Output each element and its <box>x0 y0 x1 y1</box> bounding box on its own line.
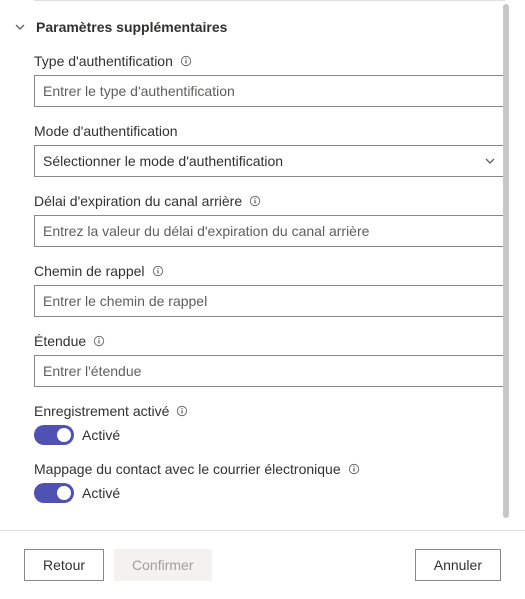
section-title: Paramètres supplémentaires <box>36 19 227 35</box>
backchannel-timeout-input[interactable] <box>34 215 505 247</box>
contact-email-mapping-label: Mappage du contact avec le courrier élec… <box>34 461 341 477</box>
auth-mode-select[interactable]: Sélectionner le mode d'authentification <box>34 145 505 177</box>
registration-enabled-toggle[interactable] <box>34 425 74 445</box>
back-button[interactable]: Retour <box>24 549 104 581</box>
panel-footer: Retour Confirmer Annuler <box>0 530 525 599</box>
info-icon[interactable] <box>347 462 361 476</box>
chevron-down-icon <box>14 21 26 33</box>
auth-mode-selected: Sélectionner le mode d'authentification <box>43 153 283 169</box>
auth-type-label: Type d'authentification <box>34 53 173 69</box>
field-scope: Étendue <box>34 333 505 387</box>
field-auth-mode: Mode d'authentification Sélectionner le … <box>34 123 505 177</box>
contact-email-mapping-toggle[interactable] <box>34 483 74 503</box>
info-icon[interactable] <box>179 54 193 68</box>
contact-email-mapping-state: Activé <box>82 485 120 501</box>
info-icon[interactable] <box>175 404 189 418</box>
auth-type-input[interactable] <box>34 75 505 107</box>
info-icon[interactable] <box>92 334 106 348</box>
field-contact-email-mapping: Mappage du contact avec le courrier élec… <box>34 461 505 503</box>
field-callback-path: Chemin de rappel <box>34 263 505 317</box>
backchannel-timeout-label: Délai d'expiration du canal arrière <box>34 193 242 209</box>
cancel-button[interactable]: Annuler <box>415 549 501 581</box>
scope-label: Étendue <box>34 333 86 349</box>
field-backchannel-timeout: Délai d'expiration du canal arrière <box>34 193 505 247</box>
callback-path-input[interactable] <box>34 285 505 317</box>
callback-path-label: Chemin de rappel <box>34 263 145 279</box>
chevron-down-icon <box>484 155 496 167</box>
registration-enabled-label: Enregistrement activé <box>34 403 169 419</box>
field-registration-enabled: Enregistrement activé Activé <box>34 403 505 445</box>
toggle-thumb <box>57 486 71 500</box>
settings-panel-body: Paramètres supplémentaires Type d'authen… <box>0 0 525 530</box>
field-auth-type: Type d'authentification <box>34 53 505 107</box>
info-icon[interactable] <box>151 264 165 278</box>
toggle-thumb <box>57 428 71 442</box>
registration-enabled-state: Activé <box>82 427 120 443</box>
confirm-button[interactable]: Confirmer <box>114 549 211 581</box>
top-divider <box>34 0 505 1</box>
section-header[interactable]: Paramètres supplémentaires <box>14 19 505 35</box>
auth-mode-label: Mode d'authentification <box>34 123 178 139</box>
info-icon[interactable] <box>248 194 262 208</box>
scope-input[interactable] <box>34 355 505 387</box>
